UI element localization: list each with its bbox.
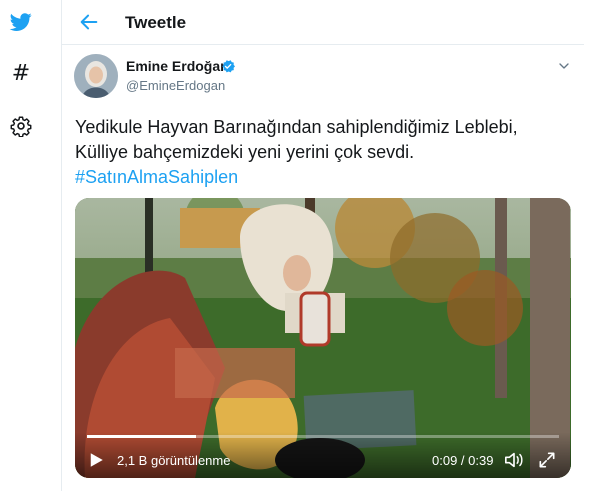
- hashtag-icon[interactable]: #: [9, 60, 33, 86]
- video-time: 0:09 / 0:39: [432, 453, 494, 468]
- tweet-text-line: Yedikule Hayvan Barınağından sahiplendiğ…: [75, 117, 518, 137]
- verified-badge-icon: [220, 58, 236, 74]
- progress-fill: [87, 435, 196, 438]
- progress-bar[interactable]: [87, 435, 559, 438]
- hashtag-link[interactable]: #SatınAlmaSahiplen: [75, 165, 575, 190]
- gear-icon[interactable]: [9, 114, 33, 138]
- video-player[interactable]: 2,1 B görüntülenme 0:09 / 0:39: [75, 198, 571, 478]
- tweet-text: Yedikule Hayvan Barınağından sahiplendiğ…: [75, 115, 575, 190]
- back-arrow-icon[interactable]: [78, 11, 100, 33]
- play-icon[interactable]: [87, 451, 105, 469]
- left-nav: #: [0, 0, 62, 491]
- page-title: Tweetle: [125, 13, 187, 32]
- view-count: 2,1 B görüntülenme: [117, 453, 231, 468]
- author-handle[interactable]: @EmineErdogan: [126, 78, 225, 93]
- tweet-text-line: Külliye bahçemizdeki yeni yerini çok sev…: [75, 142, 415, 162]
- volume-icon[interactable]: [503, 450, 525, 470]
- main-column: Tweetle Emine Erdoğan @EmineErdogan Yedi…: [62, 0, 584, 491]
- fullscreen-icon[interactable]: [537, 450, 557, 470]
- avatar[interactable]: [74, 54, 118, 98]
- page-header: Tweetle: [62, 0, 584, 45]
- hashtag-glyph: #: [11, 60, 31, 86]
- author-name[interactable]: Emine Erdoğan: [126, 58, 229, 74]
- twitter-bird-icon[interactable]: [9, 10, 33, 34]
- video-controls: 2,1 B görüntülenme 0:09 / 0:39: [75, 432, 571, 478]
- chevron-down-icon[interactable]: [556, 58, 572, 74]
